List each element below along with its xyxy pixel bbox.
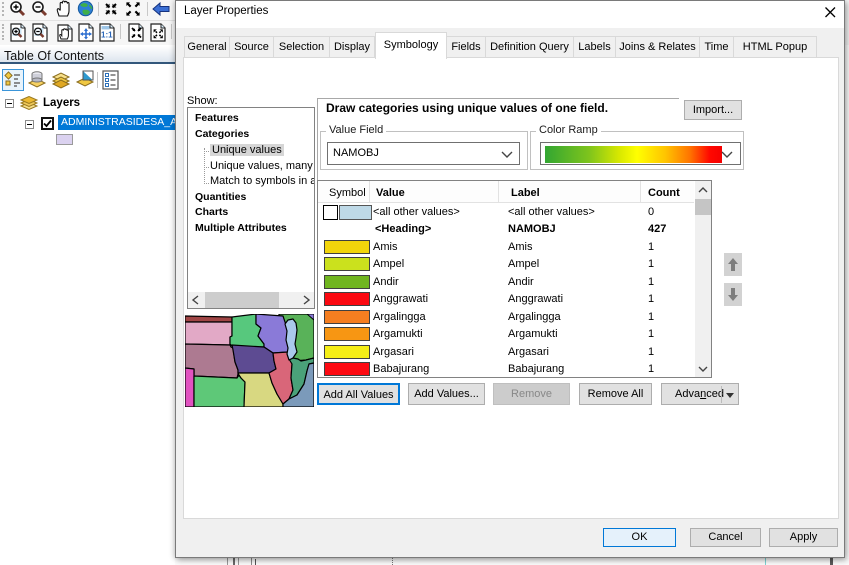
svg-text:1:1: 1:1 (101, 31, 113, 40)
